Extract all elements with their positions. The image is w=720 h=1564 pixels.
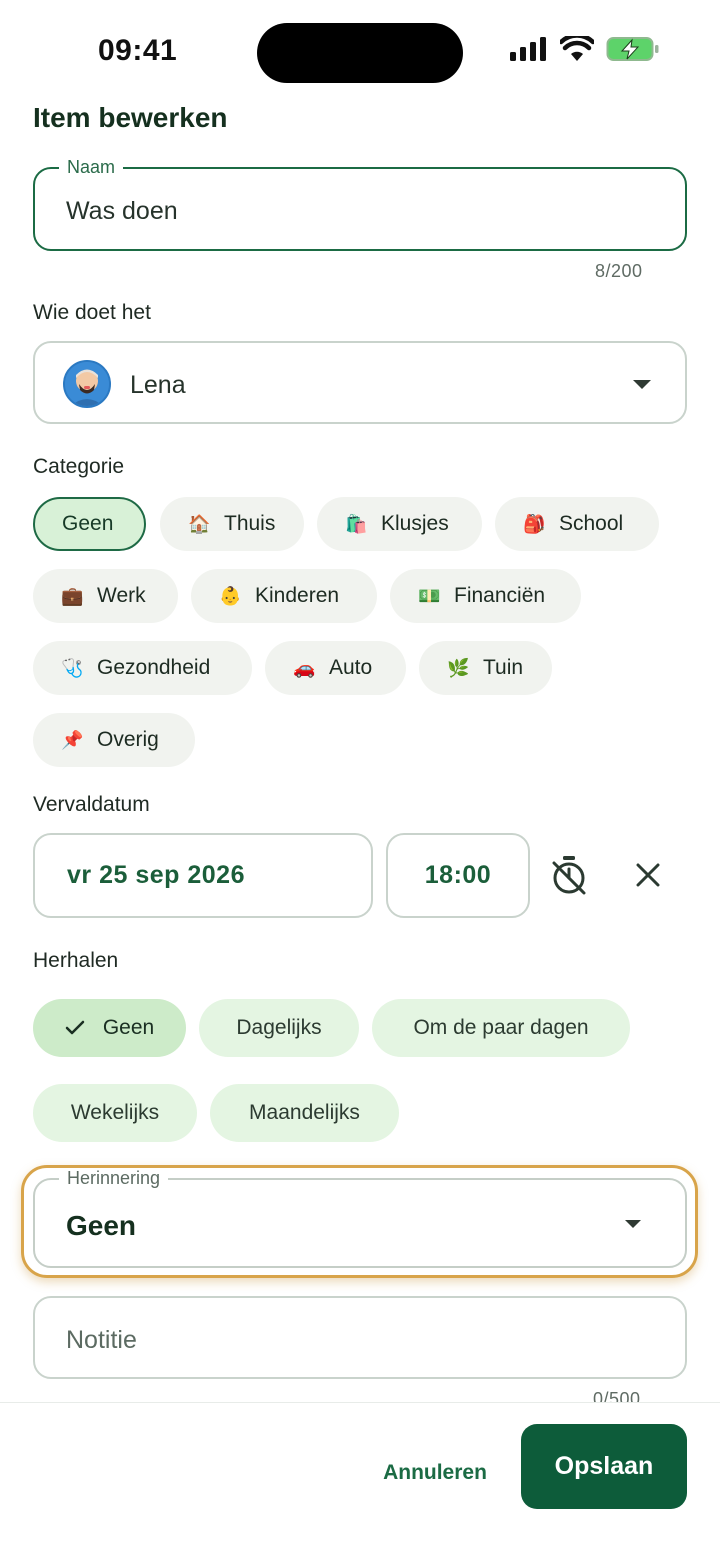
category-chip-tuin[interactable]: 🌿 Tuin: [419, 641, 552, 695]
page-title: Item bewerken: [33, 102, 228, 133]
timer-off-icon[interactable]: [550, 854, 588, 896]
note-field[interactable]: Notitie: [33, 1296, 687, 1379]
house-icon: 🏠: [188, 513, 211, 534]
chip-label: Geen: [102, 1016, 155, 1039]
repeat-chip-om-de-paar-dagen[interactable]: Om de paar dagen: [372, 999, 630, 1057]
name-char-counter: 8/200: [595, 261, 643, 281]
chevron-down-icon: [625, 1220, 641, 1228]
briefcase-icon: 💼: [61, 585, 84, 606]
battery-charging-icon: [606, 37, 659, 61]
category-chip-school[interactable]: 🎒 School: [495, 497, 659, 551]
name-field-legend: Naam: [59, 157, 124, 177]
baby-icon: 👶: [219, 585, 242, 606]
stethoscope-icon: 🩺: [61, 657, 84, 678]
chip-label: Maandelijks: [249, 1101, 360, 1124]
due-date-label: Vervaldatum: [33, 793, 150, 816]
repeat-chip-maandelijks[interactable]: Maandelijks: [210, 1084, 399, 1142]
category-label: Categorie: [33, 455, 125, 478]
chip-label: Financiën: [454, 584, 546, 607]
status-time: 09:41: [98, 34, 178, 67]
assignee-value: Lena: [130, 371, 186, 399]
cancel-button[interactable]: Annuleren: [370, 1453, 500, 1493]
chip-label: Wekelijks: [70, 1101, 160, 1124]
category-chip-thuis[interactable]: 🏠 Thuis: [160, 497, 304, 551]
name-field-value[interactable]: Was doen: [66, 197, 178, 226]
chip-label: Dagelijks: [236, 1016, 322, 1039]
chip-label: Overig: [97, 728, 159, 751]
category-chip-auto[interactable]: 🚗 Auto: [265, 641, 406, 695]
chip-label: Klusjes: [381, 512, 449, 535]
assignee-label: Wie doet het: [33, 301, 151, 324]
chip-label: Tuin: [483, 656, 524, 679]
repeat-chip-wekelijks[interactable]: Wekelijks: [33, 1084, 197, 1142]
chip-label: School: [559, 512, 624, 535]
chip-label: Werk: [97, 584, 146, 607]
shopping-bags-icon: 🛍️: [345, 513, 368, 534]
due-time-button[interactable]: 18:00: [386, 833, 530, 918]
car-icon: 🚗: [293, 657, 316, 678]
category-chip-geen[interactable]: Geen: [33, 497, 146, 551]
reminder-value: Geen: [66, 1210, 137, 1241]
wifi-icon: [560, 36, 594, 61]
name-field[interactable]: Naam Was doen: [33, 157, 687, 251]
dynamic-island: [257, 23, 463, 83]
category-chip-klusjes[interactable]: 🛍️ Klusjes: [317, 497, 482, 551]
category-chip-overig[interactable]: 📌 Overig: [33, 713, 195, 767]
chip-label: Om de paar dagen: [413, 1016, 589, 1039]
due-date-button[interactable]: vr 25 sep 2026: [33, 833, 373, 918]
backpack-icon: 🎒: [523, 513, 546, 534]
close-icon[interactable]: [636, 863, 660, 887]
repeat-chip-dagelijks[interactable]: Dagelijks: [199, 999, 359, 1057]
status-bar: 09:41: [0, 0, 720, 100]
chip-label: Thuis: [224, 512, 276, 535]
save-button[interactable]: Opslaan: [521, 1424, 687, 1509]
chip-label: Kinderen: [255, 584, 340, 607]
avatar: [63, 360, 111, 408]
assignee-dropdown[interactable]: Lena: [33, 341, 687, 424]
note-placeholder[interactable]: Notitie: [66, 1326, 137, 1355]
money-icon: 💵: [418, 585, 441, 606]
chip-label: Geen: [62, 512, 114, 535]
chip-label: Gezondheid: [97, 656, 211, 679]
chip-label: Auto: [329, 656, 373, 679]
category-chip-gezondheid[interactable]: 🩺 Gezondheid: [33, 641, 252, 695]
footer-bar: Annuleren Opslaan: [0, 1402, 720, 1564]
category-chip-werk[interactable]: 💼 Werk: [33, 569, 178, 623]
pushpin-icon: 📌: [61, 729, 84, 750]
herb-icon: 🌿: [447, 657, 470, 678]
status-icons: [510, 36, 660, 62]
category-chip-kinderen[interactable]: 👶 Kinderen: [191, 569, 377, 623]
repeat-chip-geen[interactable]: Geen: [33, 999, 186, 1057]
category-chip-financien[interactable]: 💵 Financiën: [390, 569, 581, 623]
check-icon: [65, 1020, 85, 1035]
reminder-dropdown[interactable]: Herinnering Geen: [33, 1168, 687, 1268]
cellular-signal-icon: [510, 37, 546, 61]
reminder-legend: Herinnering: [59, 1168, 169, 1188]
repeat-label: Herhalen: [33, 949, 119, 972]
chevron-down-icon: [633, 380, 651, 389]
